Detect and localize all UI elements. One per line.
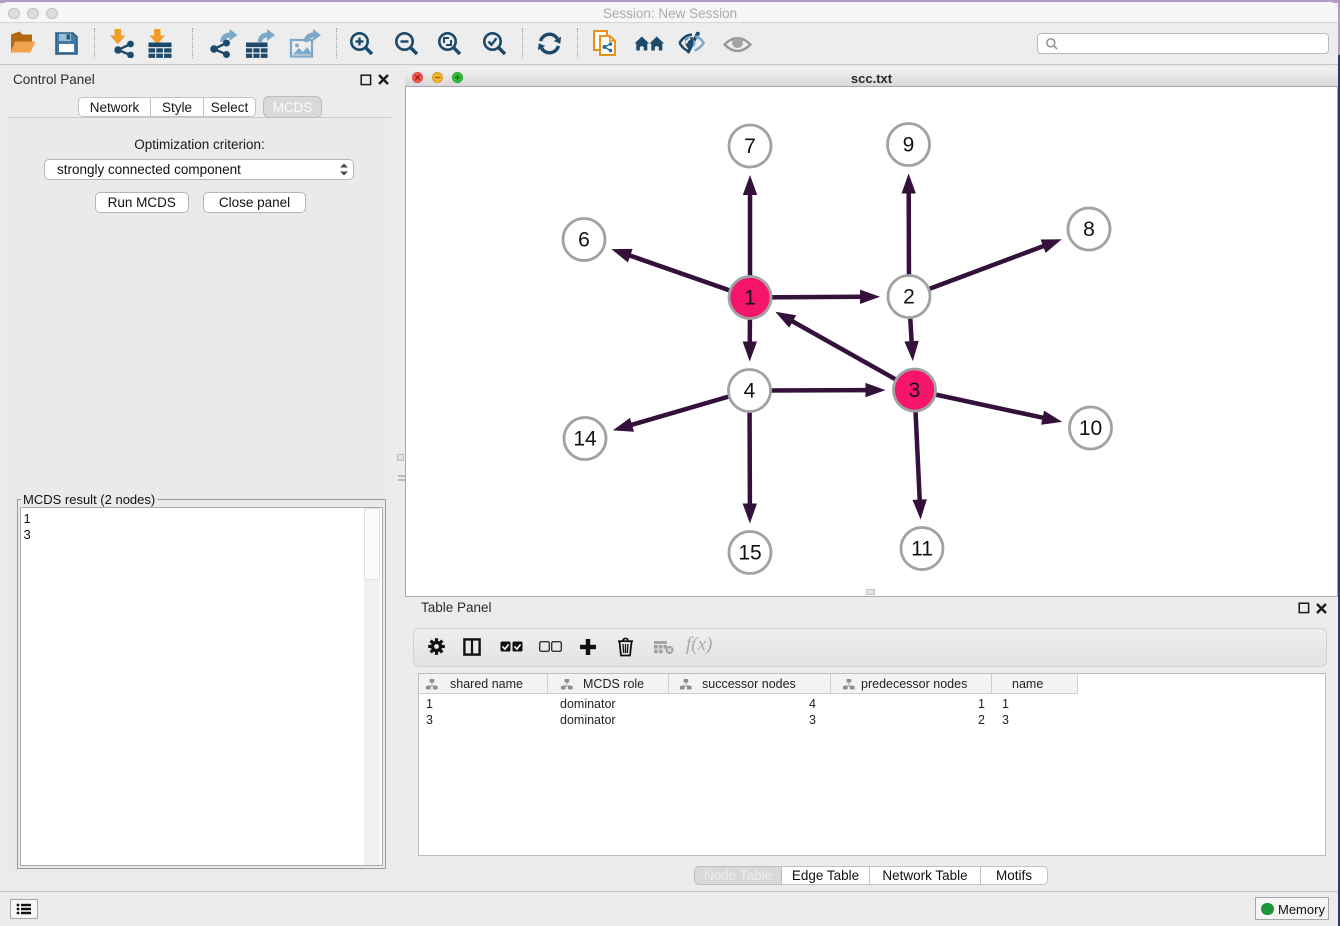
svg-text:2: 2 [903,286,915,309]
svg-text:14: 14 [573,428,597,451]
svg-text:15: 15 [738,542,761,565]
svg-text:7: 7 [744,135,756,158]
svg-text:3: 3 [909,379,921,402]
svg-text:10: 10 [1079,417,1102,440]
svg-text:8: 8 [1083,218,1095,241]
svg-text:11: 11 [911,538,933,561]
svg-text:9: 9 [903,134,915,157]
svg-text:6: 6 [578,229,590,252]
svg-text:1: 1 [744,287,756,310]
svg-text:4: 4 [744,380,756,403]
